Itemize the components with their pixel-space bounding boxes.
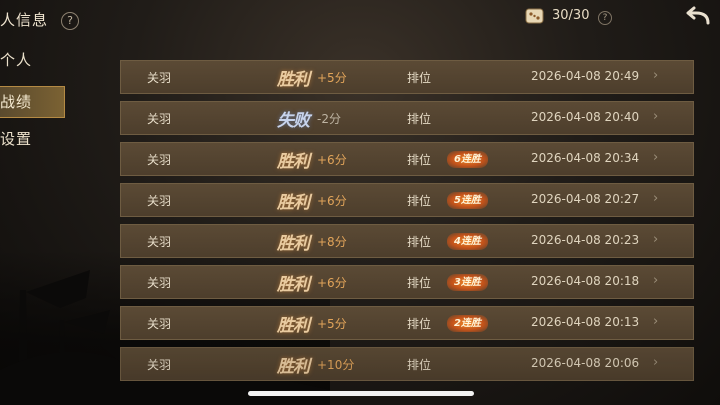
result-label: 胜利	[277, 193, 310, 213]
result-label: 胜利	[277, 357, 310, 377]
score-change: +6分	[317, 153, 347, 167]
score-change: +8分	[317, 235, 347, 249]
count-help-icon[interactable]: ?	[598, 11, 612, 25]
match-mode: 排位	[407, 71, 432, 85]
win-streak-badge: 2连胜	[447, 315, 488, 332]
chevron-right-icon: ›	[653, 273, 659, 288]
match-time: 2026-04-08 20:23	[531, 233, 640, 247]
hero-name: 关羽	[147, 235, 172, 249]
result-label: 失败	[277, 111, 310, 131]
sidebar-item-label: 战绩	[0, 93, 33, 111]
match-time: 2026-04-08 20:18	[531, 274, 640, 288]
score-change: -2分	[317, 112, 341, 126]
match-mode: 排位	[407, 235, 432, 249]
match-record-row[interactable]: 关羽 胜利 +10分 排位 2026-04-08 20:06 ›	[120, 347, 694, 381]
dice-icon	[525, 8, 544, 24]
chevron-right-icon: ›	[653, 150, 659, 165]
match-mode: 排位	[407, 112, 432, 126]
match-mode: 排位	[407, 358, 432, 372]
chevron-right-icon: ›	[653, 68, 659, 83]
hero-name: 关羽	[147, 112, 172, 126]
match-mode: 排位	[407, 276, 432, 290]
match-time: 2026-04-08 20:06	[531, 356, 640, 370]
match-mode: 排位	[407, 194, 432, 208]
match-time: 2026-04-08 20:13	[531, 315, 640, 329]
score-change: +6分	[317, 276, 347, 290]
match-record-row[interactable]: 关羽 胜利 +6分 排位 6连胜 2026-04-08 20:34 ›	[120, 142, 694, 176]
chevron-right-icon: ›	[653, 355, 659, 370]
match-record-row[interactable]: 关羽 失败 -2分 排位 2026-04-08 20:40 ›	[120, 101, 694, 135]
page-title: 人信息	[0, 11, 49, 29]
chevron-right-icon: ›	[653, 191, 659, 206]
result-label: 胜利	[277, 234, 310, 254]
back-arrow-icon[interactable]	[684, 6, 712, 28]
match-time: 2026-04-08 20:27	[531, 192, 640, 206]
sidebar-item-settings[interactable]: 设置	[0, 124, 66, 154]
header: 人信息 ? 30/30 ?	[0, 0, 720, 40]
hero-name: 关羽	[147, 276, 172, 290]
sidebar-item-label: 个人	[0, 51, 33, 69]
sidebar-item-label: 设置	[0, 130, 33, 148]
result-label: 胜利	[277, 152, 310, 172]
sidebar-item-personal[interactable]: 个人	[0, 45, 66, 75]
match-mode: 排位	[407, 317, 432, 331]
win-streak-badge: 4连胜	[447, 233, 488, 250]
match-time: 2026-04-08 20:40	[531, 110, 640, 124]
hero-name: 关羽	[147, 194, 172, 208]
score-change: +10分	[317, 358, 355, 372]
score-change: +6分	[317, 194, 347, 208]
score-change: +5分	[317, 317, 347, 331]
result-label: 胜利	[277, 70, 310, 90]
play-count: 30/30	[552, 8, 590, 23]
help-icon[interactable]: ?	[61, 12, 79, 30]
match-time: 2026-04-08 20:34	[531, 151, 640, 165]
match-record-row[interactable]: 关羽 胜利 +5分 排位 2连胜 2026-04-08 20:13 ›	[120, 306, 694, 340]
score-change: +5分	[317, 71, 347, 85]
chevron-right-icon: ›	[653, 314, 659, 329]
sidebar-item-records[interactable]: 战绩	[0, 86, 65, 118]
hero-name: 关羽	[147, 71, 172, 85]
match-record-row[interactable]: 关羽 胜利 +6分 排位 5连胜 2026-04-08 20:27 ›	[120, 183, 694, 217]
result-label: 胜利	[277, 316, 310, 336]
hero-name: 关羽	[147, 317, 172, 331]
home-indicator[interactable]	[248, 391, 474, 396]
win-streak-badge: 6连胜	[447, 151, 488, 168]
match-record-row[interactable]: 关羽 胜利 +8分 排位 4连胜 2026-04-08 20:23 ›	[120, 224, 694, 258]
match-record-row[interactable]: 关羽 胜利 +5分 排位 2026-04-08 20:49 ›	[120, 60, 694, 94]
chevron-right-icon: ›	[653, 109, 659, 124]
match-time: 2026-04-08 20:49	[531, 69, 640, 83]
hero-name: 关羽	[147, 153, 172, 167]
win-streak-badge: 5连胜	[447, 192, 488, 209]
chevron-right-icon: ›	[653, 232, 659, 247]
match-mode: 排位	[407, 153, 432, 167]
hero-name: 关羽	[147, 358, 172, 372]
match-record-row[interactable]: 关羽 胜利 +6分 排位 3连胜 2026-04-08 20:18 ›	[120, 265, 694, 299]
win-streak-badge: 3连胜	[447, 274, 488, 291]
result-label: 胜利	[277, 275, 310, 295]
